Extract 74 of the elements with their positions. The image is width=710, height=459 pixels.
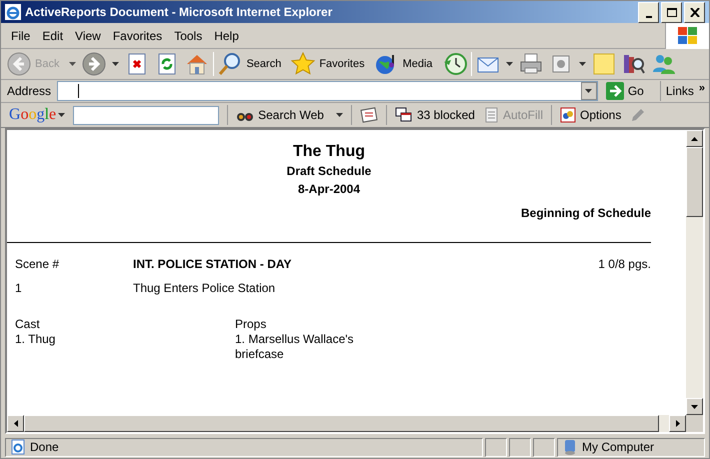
- dropdown-button[interactable]: [580, 82, 597, 100]
- scene-description: Thug Enters Police Station: [133, 280, 276, 297]
- menu-item[interactable]: View: [69, 24, 107, 46]
- popup-blocker-button[interactable]: 33 blocked: [394, 106, 475, 124]
- address-field[interactable]: [57, 81, 598, 101]
- zone-text: My Computer: [582, 439, 654, 456]
- menu-item[interactable]: Help: [208, 24, 245, 46]
- options-icon: [560, 107, 576, 123]
- note-icon: [592, 52, 616, 76]
- scene-label: Scene #: [15, 256, 60, 273]
- search-button[interactable]: Search: [216, 50, 288, 78]
- search-icon: [218, 52, 242, 76]
- cast-member: 1. Thug: [15, 332, 56, 347]
- computer-icon: [562, 439, 578, 455]
- report-title: The Thug: [293, 142, 365, 162]
- pencil-icon: [629, 107, 646, 123]
- media-button[interactable]: Media: [372, 50, 439, 78]
- down-arrow-icon: [691, 404, 698, 408]
- status-pane: [509, 438, 531, 456]
- props-label: Props: [235, 317, 268, 332]
- menu-item[interactable]: File: [5, 24, 36, 46]
- minimize-icon: [646, 16, 652, 18]
- caret-icon: [578, 62, 586, 66]
- right-arrow-icon: [676, 420, 680, 427]
- caret-icon: [112, 62, 120, 66]
- menu-item[interactable]: Edit: [36, 24, 70, 46]
- section-heading: Beginning of Schedule: [520, 205, 651, 222]
- caret-icon: [58, 113, 66, 117]
- vertical-scrollbar[interactable]: [686, 130, 703, 415]
- status-pane: [533, 438, 555, 456]
- close-icon: [690, 8, 700, 16]
- status-pane: [485, 438, 507, 456]
- page-icon: [10, 439, 26, 455]
- minimize-button[interactable]: [638, 2, 659, 22]
- google-logo[interactable]: Google: [9, 103, 66, 127]
- forward-button[interactable]: [80, 50, 122, 78]
- close-button[interactable]: [684, 2, 705, 22]
- report-subtitle: Draft Schedule: [286, 163, 372, 180]
- menu-item[interactable]: Favorites: [106, 24, 168, 46]
- go-button[interactable]: Go: [602, 82, 648, 100]
- options-button[interactable]: Options: [560, 106, 622, 124]
- people-icon: [652, 52, 676, 76]
- left-arrow-icon: [14, 420, 18, 427]
- scene-number: 1: [15, 280, 23, 297]
- go-arrow-icon: [606, 82, 624, 100]
- maximize-icon: [666, 8, 676, 16]
- scene-heading: INT. POLICE STATION - DAY: [133, 256, 292, 273]
- books-magnifier-icon: [622, 52, 646, 76]
- google-search-field[interactable]: [73, 106, 220, 124]
- prop-item: 1. Marsellus Wallace's briefcase: [235, 332, 355, 362]
- form-icon: [482, 107, 499, 123]
- cast-label: Cast: [15, 317, 41, 332]
- report-date: 8-Apr-2004: [298, 181, 360, 198]
- house-icon: [185, 52, 210, 76]
- status-text: Done: [30, 439, 59, 456]
- links-button[interactable]: Links: [660, 82, 699, 100]
- caret-icon: [336, 113, 343, 117]
- favorites-button[interactable]: Favorites: [289, 50, 371, 78]
- chevron: »: [698, 81, 706, 96]
- windows-stack-icon: [394, 107, 413, 123]
- caret-icon: [585, 89, 592, 93]
- news-icon: [360, 107, 378, 123]
- history-clock-icon: [442, 52, 467, 76]
- address-label: Address: [6, 83, 52, 100]
- up-arrow-icon: [691, 136, 698, 140]
- caret-icon: [506, 62, 513, 66]
- caret-icon: [69, 62, 76, 66]
- menu-item[interactable]: Tools: [168, 24, 208, 46]
- page-count: 1 0/8 pgs.: [598, 256, 651, 273]
- star-icon: [291, 52, 316, 76]
- search-web-button[interactable]: Search Web: [236, 106, 343, 124]
- window-title: ActiveReports Document - Microsoft Internet Explorer: [25, 4, 334, 21]
- maximize-button[interactable]: [661, 2, 682, 22]
- printer-icon: [518, 52, 543, 76]
